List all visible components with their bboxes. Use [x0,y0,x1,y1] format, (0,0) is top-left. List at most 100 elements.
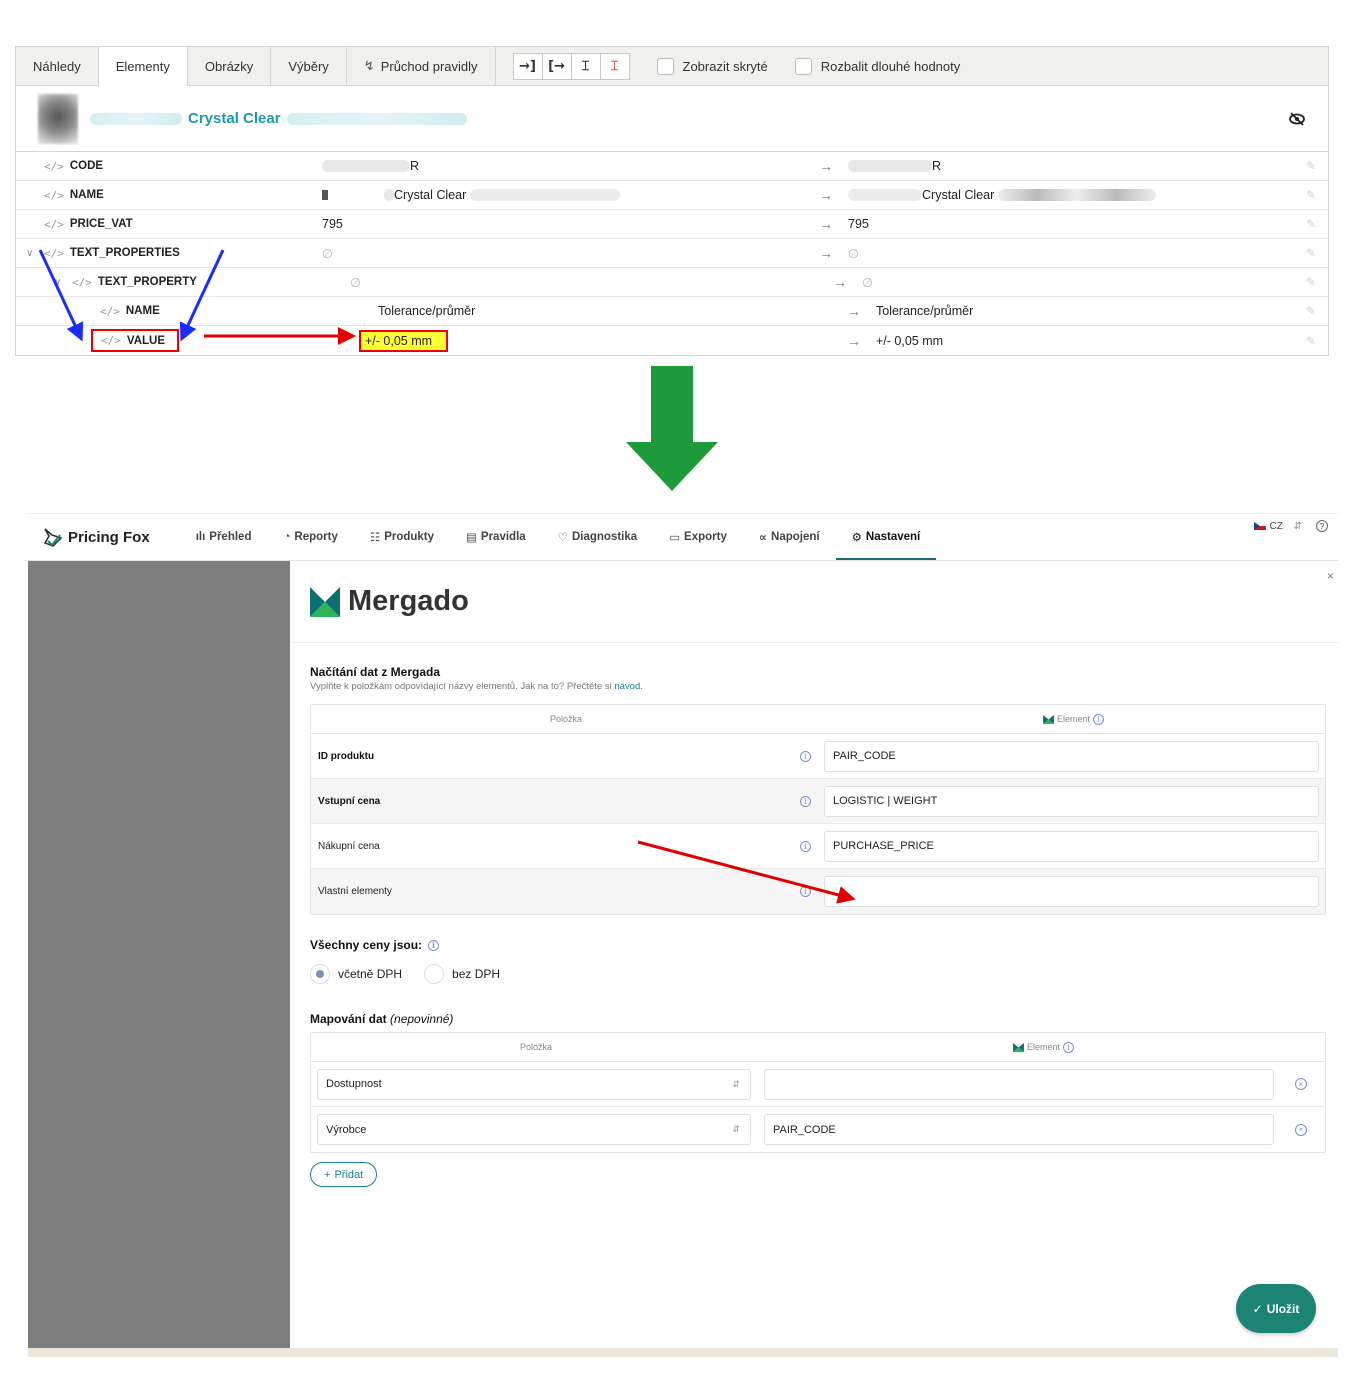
expand-long-label: Rozbalit dlouhé hodnoty [820,58,961,74]
info-icon[interactable]: i [800,750,811,762]
info-icon[interactable]: i [428,939,440,951]
info-icon[interactable]: i [1093,713,1105,725]
select-caret-icon: ⇵ [732,1078,740,1089]
chevron-down-icon[interactable]: ∨ [26,248,33,259]
pencil-icon[interactable]: ✎ [1306,304,1316,318]
text-cursor-button[interactable]: ⌶ [570,52,601,80]
element-input[interactable]: PURCHASE_PRICE [824,830,1319,862]
product-title[interactable]: Crystal Clear [188,110,281,127]
element-name-label: NAME [125,305,160,317]
col-element: Element i [1043,713,1105,725]
element-name: </> CODE [44,160,103,173]
arrow-right-icon: → [847,332,861,349]
nav-item-label: Exporty [684,531,727,543]
tab-previews[interactable]: Náhledy [16,47,99,85]
element-input[interactable] [764,1068,1274,1100]
show-hidden-toggle[interactable]: Zobrazit skryté [656,47,768,85]
item-select[interactable]: Výrobce ⇵ [317,1114,751,1145]
language-switcher[interactable]: CZ ⇵ [1254,521,1302,532]
guide-link[interactable]: návod [614,681,640,692]
nav-item-pravidla[interactable]: ▤ Pravidla [450,514,542,560]
logo[interactable]: Pricing Fox [42,526,150,548]
add-button[interactable]: + Přidat [310,1162,378,1187]
save-button-label: Uložit [1266,1301,1300,1316]
element-value: ∅ [350,275,361,290]
table-row: Vstupní cena i LOGISTIC | WEIGHT [311,779,1325,824]
nav-item-nastaveni[interactable]: ⚙ Nastavení [835,514,937,560]
show-hidden-checkbox[interactable] [656,57,674,75]
mergado-mini-icon [1043,714,1054,724]
expand-long-toggle[interactable]: Rozbalit dlouhé hodnoty [794,47,961,85]
expand-out-button[interactable]: [→ [541,52,572,80]
radio-incl-vat[interactable] [310,964,330,984]
pencil-icon[interactable]: ✎ [1306,217,1316,231]
element-input[interactable]: PAIR_CODE [824,740,1319,772]
element-name-label: TEXT_PROPERTIES [69,247,180,259]
radio-incl-vat-label[interactable]: včetně DPH [338,967,402,981]
element-row: </> PRICE_VAT 795 → 795 ✎ [16,210,1328,239]
nav-item-exporty[interactable]: ▭ Exporty [653,514,743,560]
info-icon[interactable]: i [800,795,811,807]
nav-item-diagnostika[interactable]: ♡ Diagnostika [542,514,654,560]
element-name: </> NAME [44,189,104,202]
col-element-label: Element [1057,714,1091,724]
pencil-icon[interactable]: ✎ [1306,246,1316,260]
plus-icon: + [324,1168,331,1181]
element-value: ∅ [322,246,333,261]
text-cursor-red-button[interactable]: ⌶ [599,52,630,80]
eye-hidden-icon[interactable] [1288,110,1306,128]
save-button[interactable]: ✓ Uložit [1236,1284,1316,1333]
add-row-wrap: + Přidat [310,1162,1326,1187]
blurred-text [998,189,1157,201]
element-value-output: R [848,159,941,173]
show-hidden-label: Zobrazit skryté [682,58,768,74]
item-select[interactable]: Dostupnost ⇵ [317,1068,751,1100]
close-icon[interactable]: × [1327,569,1334,583]
remove-icon[interactable]: × [1295,1078,1307,1090]
tab-rules-pass[interactable]: ↯ Průchod pravidly [347,47,496,85]
element-input[interactable]: LOGISTIC | WEIGHT [824,785,1319,817]
tab-images[interactable]: Obrázky [188,47,272,85]
row-label: Nákupní cena [318,840,380,852]
table-header: Položka Element i [311,705,1325,734]
blurred-text [322,190,328,200]
pencil-icon[interactable]: ✎ [1306,275,1316,289]
chevron-down-icon[interactable]: ∨ [54,277,61,288]
nav-item-label: Přehled [209,531,252,543]
nav-item-napojeni[interactable]: ∝ Napojení [743,514,836,560]
col-item: Položka [520,1042,553,1052]
expand-in-button[interactable]: →] [512,52,543,80]
pencil-icon[interactable]: ✎ [1306,188,1316,202]
element-value-output: Tolerance/průměr [876,304,974,318]
radio-excl-vat[interactable] [424,964,445,984]
help-icon[interactable]: ? [1316,520,1328,532]
nav-item-reporty[interactable]: ◔ Reporty [267,514,353,560]
tab-selections[interactable]: Výběry [271,47,347,85]
mapping-title: Mapování dat (nepovinné) [310,1012,1326,1026]
sort-icon: ⇵ [1293,520,1302,532]
tab-elements[interactable]: Elementy [98,47,188,86]
info-icon[interactable]: i [800,886,811,897]
info-icon[interactable]: i [800,840,811,852]
price-radio-group: včetně DPH bez DPH [310,964,1326,984]
element-value-text: Crystal Clear [394,188,467,202]
pencil-icon[interactable]: ✎ [1306,334,1316,348]
prices-title: Všechny ceny jsou: i [310,938,1326,952]
radio-excl-vat-label[interactable]: bez DPH [452,967,500,981]
element-input[interactable]: PAIR_CODE [764,1114,1274,1145]
custom-elements-input[interactable] [824,876,1319,907]
arrow-right-icon: → [819,158,833,174]
nav-item-label: Nastavení [865,531,921,543]
inbox-icon: ▭ [669,532,681,544]
pencil-icon[interactable]: ✎ [1306,159,1316,173]
nav-item-prehled[interactable]: ılı Přehled [180,514,268,560]
element-name: </> NAME [100,305,160,318]
info-icon[interactable]: i [1063,1041,1075,1053]
expand-long-checkbox[interactable] [794,57,812,75]
element-value: R [322,159,419,173]
row-label: Vstupní cena [318,795,381,807]
nav-item-produkty[interactable]: ☷ Produkty [354,514,450,560]
remove-icon[interactable]: × [1295,1123,1307,1136]
blurred-text [848,189,922,201]
mapping-optional: (nepovinné) [390,1012,454,1026]
